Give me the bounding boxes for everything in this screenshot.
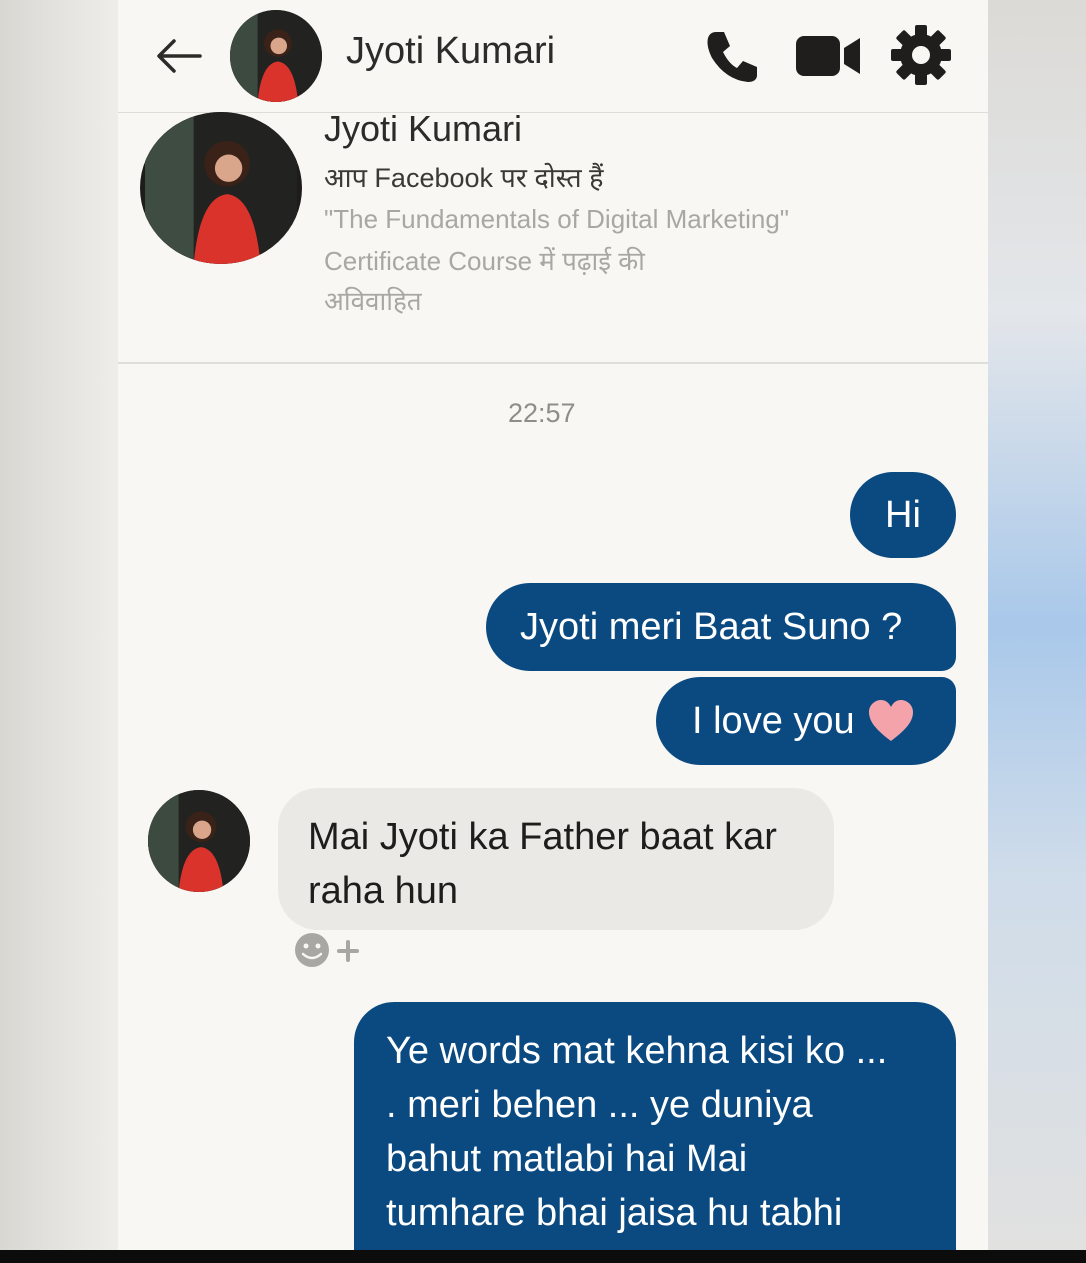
settings-icon[interactable] xyxy=(888,22,954,88)
call-icon[interactable] xyxy=(702,26,762,86)
contact-avatar[interactable] xyxy=(230,10,322,102)
profile-avatar[interactable] xyxy=(140,112,302,264)
message-line: Mai Jyoti ka Father baat kar xyxy=(308,816,777,858)
back-arrow-icon[interactable] xyxy=(154,36,204,76)
sent-message[interactable]: Jyoti meri Baat Suno ? xyxy=(486,583,956,671)
photo-background-right xyxy=(988,0,1086,1250)
message-text: I love you xyxy=(692,700,855,742)
sender-avatar[interactable] xyxy=(148,790,250,892)
friend-status: आप Facebook पर दोस्त हैं xyxy=(324,163,604,193)
add-reaction-icon[interactable] xyxy=(292,930,370,970)
relationship-status: अविवाहित xyxy=(324,286,422,316)
bottom-black-bar xyxy=(0,1250,1086,1263)
chat-header: Jyoti Kumari xyxy=(118,0,988,113)
message-line: raha hun xyxy=(308,870,459,912)
messenger-screen: Jyoti Kumari Jyoti Kumari आप Facebook पर… xyxy=(118,0,988,1250)
profile-education: "The Fundamentals of Digital Marketing" … xyxy=(324,198,944,282)
message-line: . meri behen ... ye duniya xyxy=(386,1084,813,1126)
sent-message[interactable]: I love you xyxy=(656,677,956,765)
contact-name[interactable]: Jyoti Kumari xyxy=(346,30,555,73)
message-line: Ye words mat kehna kisi ko ... xyxy=(386,1030,888,1072)
profile-image xyxy=(145,112,297,264)
message-timestamp: 22:57 xyxy=(508,398,576,428)
sender-avatar-image xyxy=(148,790,250,892)
received-message[interactable]: Mai Jyoti ka Father baat kar raha hun xyxy=(278,788,834,930)
photo-background-left xyxy=(0,0,118,1250)
education-line-2: Certificate Course में पढ़ाई की xyxy=(324,246,645,276)
heart-icon xyxy=(868,700,913,741)
avatar-image xyxy=(230,10,322,102)
sent-message[interactable]: Ye words mat kehna kisi ko ... . meri be… xyxy=(354,1002,956,1250)
education-line-1: "The Fundamentals of Digital Marketing" xyxy=(324,204,790,234)
message-line: bahut matlabi hai Mai xyxy=(386,1138,748,1180)
profile-name: Jyoti Kumari xyxy=(324,108,523,149)
video-icon[interactable] xyxy=(794,32,864,80)
message-line: tumhare bhai jaisa hu tabhi xyxy=(386,1192,843,1234)
sent-message[interactable]: Hi xyxy=(850,472,956,558)
divider xyxy=(118,362,988,364)
